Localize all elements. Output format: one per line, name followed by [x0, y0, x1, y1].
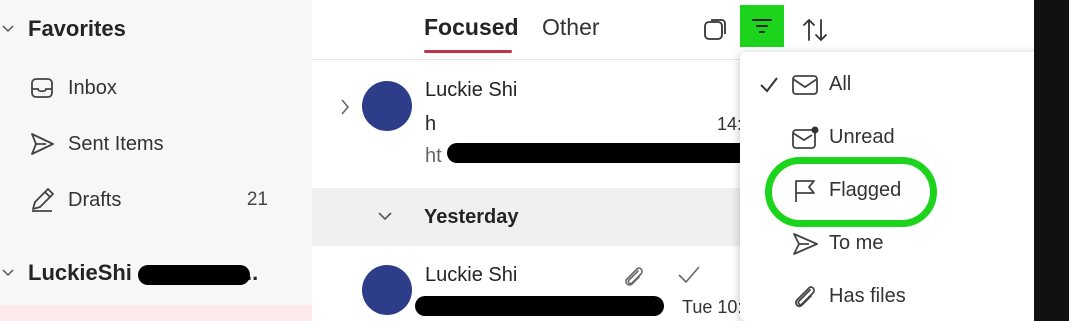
- sidebar-item-sent-items[interactable]: Sent Items: [0, 121, 290, 167]
- chevron-right-icon[interactable]: [338, 97, 352, 117]
- window-edge: [1034, 0, 1069, 321]
- chevron-down-icon[interactable]: [376, 210, 394, 224]
- drafts-count: 21: [246, 189, 268, 210]
- group-header-label: Yesterday: [424, 206, 519, 228]
- send-icon: [793, 233, 818, 255]
- chevron-down-icon[interactable]: [0, 265, 16, 281]
- message-time: Tue 10:: [682, 297, 743, 317]
- list-toolbar: Focused Other: [312, 0, 1034, 60]
- avatar: [362, 265, 412, 315]
- filter-option-label: To me: [829, 232, 884, 254]
- send-icon: [31, 133, 54, 155]
- message-preview: ht: [425, 145, 442, 167]
- filter-option-label: Has files: [829, 285, 906, 307]
- sidebar-item-label: Drafts: [68, 188, 122, 211]
- redaction-bar: [447, 143, 760, 163]
- tab-other[interactable]: Other: [542, 14, 600, 41]
- paperclip-icon: [795, 286, 815, 308]
- active-tab-indicator: [424, 50, 512, 53]
- redaction-bar: [138, 265, 250, 285]
- sidebar-item-label: Sent Items: [68, 132, 164, 155]
- filter-button[interactable]: [740, 5, 784, 47]
- redaction-bar: [415, 296, 664, 316]
- check-icon: [760, 77, 778, 93]
- account-title: LuckieShi: [28, 260, 132, 285]
- filter-option-has-files[interactable]: Has files: [740, 270, 1042, 321]
- sort-arrows-icon: [803, 19, 827, 41]
- tab-focused[interactable]: Focused: [424, 14, 519, 41]
- filter-icon: [752, 19, 772, 33]
- sort-button[interactable]: [795, 8, 835, 52]
- filter-option-label: Unread: [829, 126, 895, 148]
- avatar: [362, 81, 412, 131]
- filter-option-to-me[interactable]: To me: [740, 217, 1042, 271]
- folder-pane: Favorites Inbox Sent Items Drafts 21 Luc…: [0, 0, 312, 321]
- select-mode-button[interactable]: [695, 8, 735, 52]
- sidebar-item-drafts[interactable]: Drafts 21: [0, 177, 290, 223]
- filter-option-all[interactable]: All: [740, 58, 1042, 112]
- chevron-down-icon[interactable]: [0, 21, 16, 37]
- message-sender: Luckie Shi: [425, 264, 518, 286]
- selected-folder-strip: [0, 305, 312, 321]
- drafts-icon: [32, 188, 54, 212]
- favorites-title: Favorites: [28, 16, 126, 41]
- filter-option-flagged[interactable]: Flagged: [740, 164, 1042, 218]
- sidebar-item-label: Inbox: [68, 76, 117, 99]
- inbox-icon: [31, 78, 53, 98]
- message-subject: h: [425, 113, 437, 135]
- flag-icon: [795, 180, 815, 202]
- filter-menu: All Unread Flagged To me Has files: [740, 52, 1042, 321]
- message-time: 14:: [717, 114, 743, 134]
- filter-option-label: Flagged: [829, 179, 902, 201]
- favorites-header[interactable]: Favorites: [0, 9, 312, 49]
- filter-option-label: All: [829, 73, 852, 95]
- unread-mail-icon: [792, 126, 819, 149]
- sidebar-item-inbox[interactable]: Inbox: [0, 65, 290, 111]
- select-square-icon: [704, 19, 726, 40]
- mail-icon: [792, 75, 818, 95]
- message-sender: Luckie Shi: [425, 79, 518, 101]
- mark-read-check-icon[interactable]: [676, 264, 702, 286]
- filter-option-unread[interactable]: Unread: [740, 111, 1042, 165]
- paperclip-icon: [625, 267, 643, 286]
